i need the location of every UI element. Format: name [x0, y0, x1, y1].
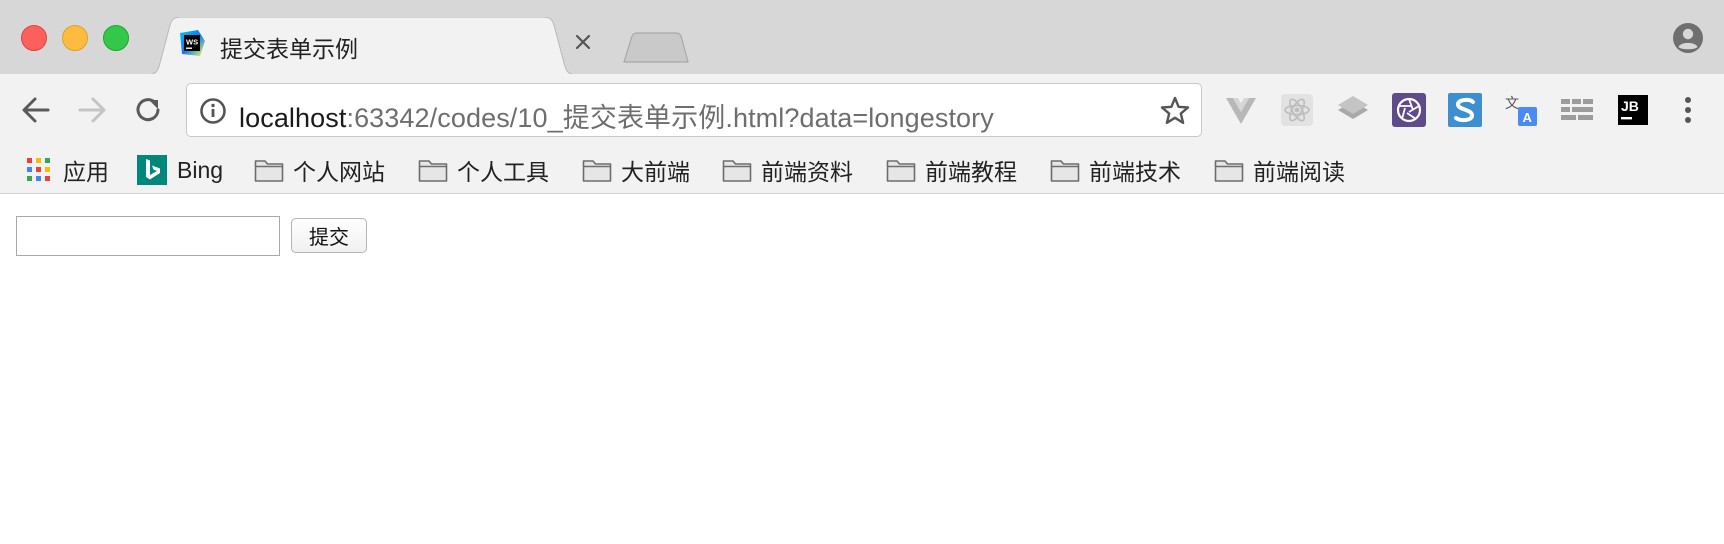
bookmark-folder-7[interactable]: 前端阅读 [1214, 146, 1345, 194]
tab-active[interactable]: WS 提交表单示例 [146, 17, 626, 75]
webstorm-icon: WS [180, 30, 205, 56]
bookmark-folder-3[interactable]: 大前端 [582, 146, 690, 194]
folder-icon [1214, 160, 1244, 182]
translate-icon[interactable]: 文 A [1504, 93, 1538, 127]
data-input[interactable] [16, 216, 280, 256]
tab-shape [146, 17, 579, 75]
apps-grid-icon [27, 158, 50, 181]
svg-text:WS: WS [186, 38, 198, 47]
bookmark-label: 前端阅读 [1253, 159, 1345, 185]
bookmark-label: 前端教程 [925, 159, 1017, 185]
bookmark-label: 应用 [63, 159, 109, 185]
grid-extension-icon[interactable] [1560, 93, 1594, 127]
bookmark-label: 前端资料 [761, 159, 853, 185]
url-host: localhost [239, 103, 347, 133]
bookmark-label: 个人网站 [293, 159, 385, 185]
folder-icon [722, 160, 752, 182]
vue-devtools-icon[interactable] [1224, 93, 1258, 127]
close-window-button[interactable] [21, 25, 47, 51]
folder-icon [886, 160, 916, 182]
toolbar: localhost:63342/codes/10_提交表单示例.html?dat… [0, 74, 1724, 146]
browser-window: WS 提交表单示例 localhost:63342/codes/10_提交表单示… [0, 0, 1724, 544]
bookmark-label: 大前端 [621, 159, 690, 185]
submit-button[interactable]: 提交 [291, 218, 367, 253]
folder-icon [418, 160, 448, 182]
layers-icon[interactable] [1336, 93, 1370, 127]
bing-icon [137, 155, 167, 185]
s-extension-icon[interactable] [1448, 93, 1482, 127]
svg-text:文: 文 [1505, 96, 1519, 112]
reload-icon[interactable] [130, 92, 166, 128]
page-content: 提交 [0, 195, 1724, 544]
minimize-window-button[interactable] [62, 25, 88, 51]
bookmark-label: 个人工具 [457, 159, 549, 185]
address-bar[interactable]: localhost:63342/codes/10_提交表单示例.html?dat… [186, 83, 1202, 137]
bookmark-folder-2[interactable]: 个人工具 [418, 146, 549, 194]
more-menu-icon[interactable] [1674, 93, 1702, 127]
bookmark-bing[interactable]: Bing [136, 146, 223, 194]
bookmark-folder-6[interactable]: 前端技术 [1050, 146, 1181, 194]
new-tab-button[interactable] [622, 32, 690, 64]
bookmark-folder-4[interactable]: 前端资料 [722, 146, 853, 194]
tab-title: 提交表单示例 [220, 36, 358, 62]
bookmark-folder-1[interactable]: 个人网站 [254, 146, 385, 194]
info-icon[interactable] [199, 97, 227, 125]
folder-icon [254, 160, 284, 182]
bookmark-apps[interactable]: 应用 [24, 146, 109, 194]
maximize-window-button[interactable] [103, 25, 129, 51]
react-devtools-icon[interactable] [1280, 93, 1314, 127]
bookmark-label: Bing [177, 156, 224, 183]
star-icon[interactable] [1159, 95, 1191, 127]
url-text[interactable]: localhost:63342/codes/10_提交表单示例.html?dat… [239, 96, 994, 135]
tab-strip: WS 提交表单示例 [0, 0, 1724, 75]
bookmarks-bar: 应用 Bing 个人网站 个人工具 大前端 前端资料 前端教程 前端技术 前端阅… [0, 146, 1724, 194]
url-path: :63342/codes/10_提交表单示例.html?data=longest… [346, 103, 994, 133]
bookmark-label: 前端技术 [1089, 159, 1181, 185]
bookmark-folder-5[interactable]: 前端教程 [886, 146, 1017, 194]
aperture-icon[interactable] [1392, 93, 1426, 127]
svg-text:JB: JB [1621, 98, 1639, 114]
svg-text:A: A [1523, 110, 1533, 125]
person-circle-icon[interactable] [1672, 22, 1704, 54]
folder-icon [582, 160, 612, 182]
jetbrains-icon[interactable]: JB [1616, 93, 1650, 127]
arrow-right-icon[interactable] [74, 92, 110, 128]
arrow-left-icon[interactable] [18, 92, 54, 128]
close-tab-icon[interactable] [570, 29, 596, 55]
folder-icon [1050, 160, 1080, 182]
